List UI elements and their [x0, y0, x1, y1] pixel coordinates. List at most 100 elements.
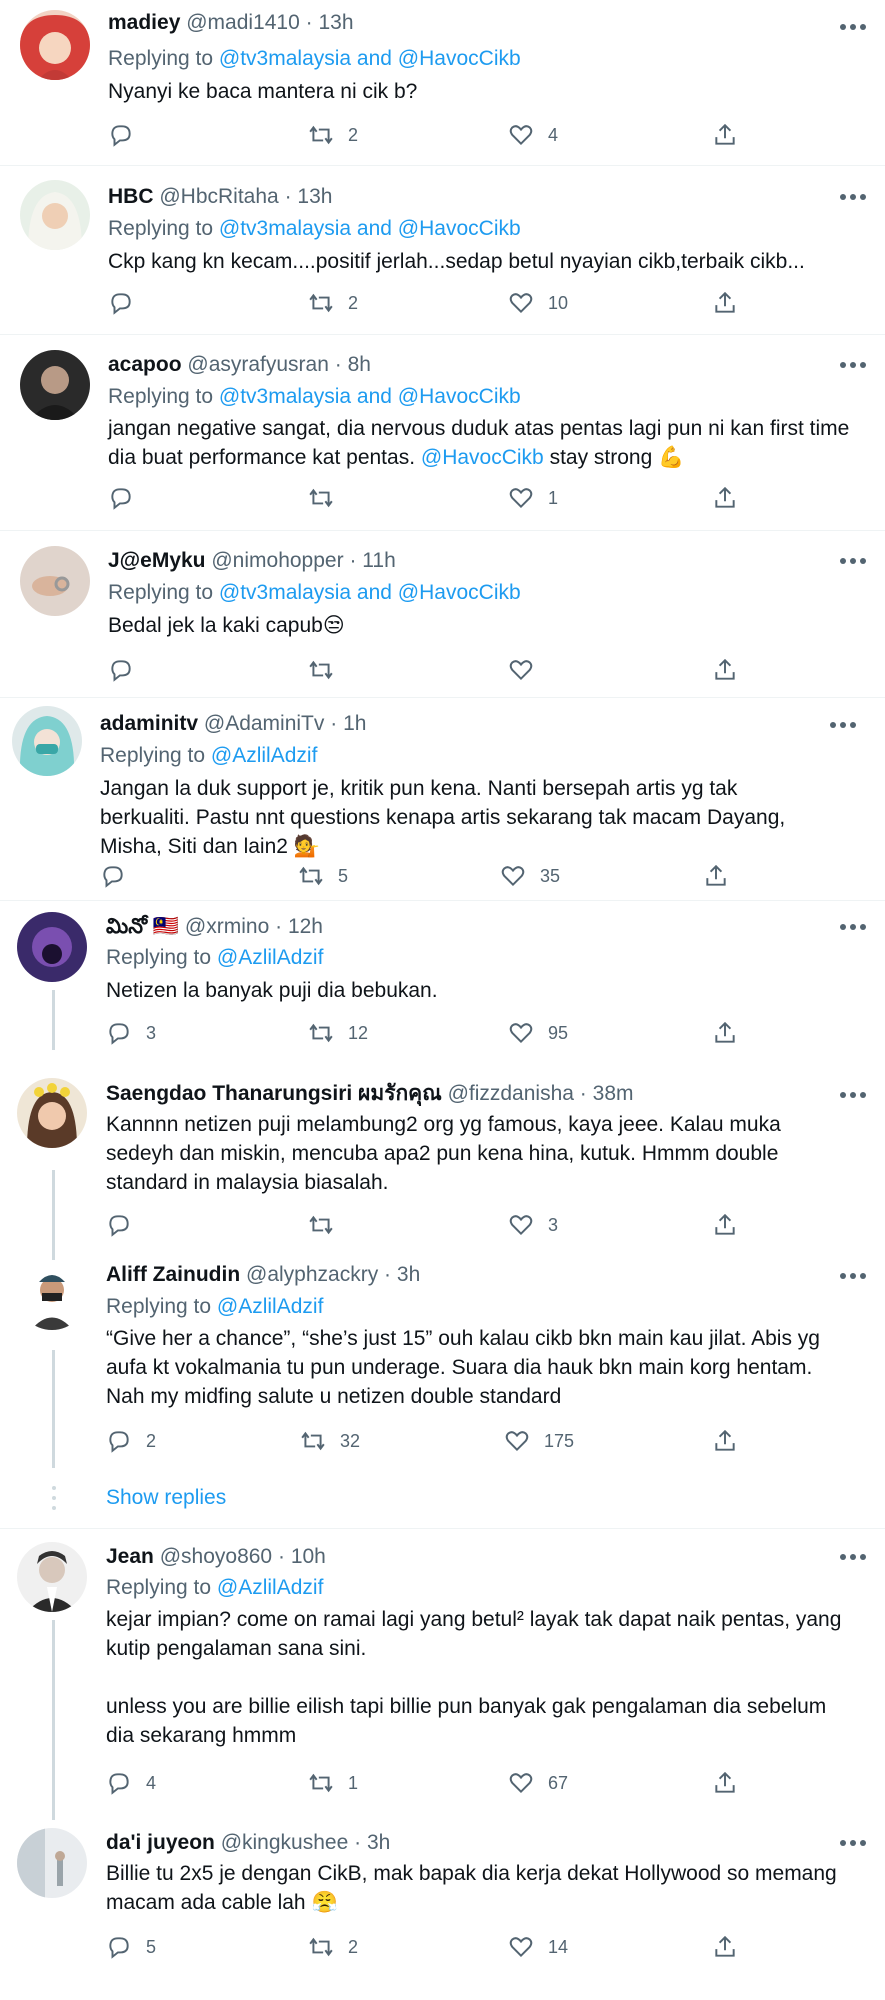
share-button[interactable]	[712, 1932, 738, 1962]
replying-to-link[interactable]: @AzlilAdzif	[217, 1295, 324, 1318]
reply-button[interactable]	[108, 120, 148, 150]
tweet[interactable]: Aliff Zainudin @alyphzackry · 3h Replyin…	[0, 1252, 885, 1482]
share-button[interactable]	[712, 1768, 738, 1798]
share-button[interactable]	[712, 1210, 738, 1240]
retweet-button[interactable]: 1	[308, 1768, 358, 1798]
like-button[interactable]: 35	[500, 861, 560, 891]
retweet-button[interactable]	[308, 483, 348, 513]
show-replies-link[interactable]: Show replies	[106, 1486, 226, 1510]
like-button[interactable]: 95	[508, 1018, 568, 1048]
like-button[interactable]: 10	[508, 288, 568, 318]
more-icon[interactable]	[838, 1836, 868, 1850]
like-button[interactable]: 1	[508, 483, 558, 513]
share-button[interactable]	[712, 120, 738, 150]
like-button[interactable]: 14	[508, 1932, 568, 1962]
share-button[interactable]	[712, 655, 738, 685]
display-name[interactable]: మినో	[106, 915, 147, 938]
avatar[interactable]	[17, 1542, 87, 1612]
share-button[interactable]	[712, 1426, 738, 1456]
retweet-button[interactable]	[308, 655, 348, 685]
retweet-button[interactable]	[308, 1210, 348, 1240]
replying-to-link[interactable]: @tv3malaysia and @HavocCikb	[219, 47, 521, 70]
user-handle[interactable]: @madi1410	[186, 11, 300, 34]
like-button[interactable]: 175	[504, 1426, 574, 1456]
more-icon[interactable]	[828, 718, 858, 732]
more-icon[interactable]	[838, 1088, 868, 1102]
avatar[interactable]	[17, 912, 87, 982]
timestamp[interactable]: 11h	[362, 549, 395, 572]
reply-button[interactable]	[106, 1210, 146, 1240]
user-handle[interactable]: @alyphzackry	[246, 1263, 378, 1286]
timestamp[interactable]: 3h	[367, 1831, 390, 1854]
retweet-button[interactable]: 2	[308, 1932, 358, 1962]
user-handle[interactable]: @nimohopper	[211, 549, 343, 572]
tweet[interactable]: HBC @HbcRitaha · 13h Replying to @tv3mal…	[0, 168, 885, 333]
reply-button[interactable]: 4	[106, 1768, 156, 1798]
avatar[interactable]	[17, 1078, 87, 1148]
retweet-button[interactable]: 12	[308, 1018, 368, 1048]
replying-to-link[interactable]: @AzlilAdzif	[211, 744, 318, 767]
like-button[interactable]: 67	[508, 1768, 568, 1798]
timestamp[interactable]: 3h	[397, 1263, 420, 1286]
display-name[interactable]: Aliff Zainudin	[106, 1263, 240, 1286]
share-button[interactable]	[712, 288, 738, 318]
avatar[interactable]	[17, 1828, 87, 1898]
avatar[interactable]	[20, 10, 90, 80]
display-name[interactable]: HBC	[108, 185, 154, 208]
reply-button[interactable]	[100, 861, 140, 891]
display-name[interactable]: Jean	[106, 1545, 154, 1568]
reply-button[interactable]: 3	[106, 1018, 156, 1048]
display-name[interactable]: da'i juyeon	[106, 1831, 215, 1854]
tweet[interactable]: madiey @madi1410 · 13h Replying to @tv3m…	[0, 0, 885, 147]
retweet-button[interactable]: 5	[298, 861, 348, 891]
user-handle[interactable]: @kingkushee	[221, 1831, 349, 1854]
timestamp[interactable]: 8h	[348, 353, 371, 376]
avatar[interactable]	[12, 706, 82, 776]
user-handle[interactable]: @shoyo860	[160, 1545, 272, 1568]
tweet[interactable]: adaminitv @AdaminiTv · 1h Replying to @A…	[0, 698, 885, 908]
like-button[interactable]: 4	[508, 120, 558, 150]
reply-button[interactable]: 5	[106, 1932, 156, 1962]
user-handle[interactable]: @AdaminiTv	[204, 712, 325, 735]
retweet-button[interactable]: 2	[308, 120, 358, 150]
replying-to-link[interactable]: @tv3malaysia and @HavocCikb	[219, 385, 521, 408]
tweet[interactable]: మినో 🇲🇾 @xrmino · 12h Replying to @Azlil…	[0, 902, 885, 1077]
tweet[interactable]: acapoo @asyrafyusran · 8h Replying to @t…	[0, 335, 885, 528]
timestamp[interactable]: 38m	[593, 1082, 634, 1105]
tweet[interactable]: da'i juyeon @kingkushee · 3h Billie tu 2…	[0, 1822, 885, 2000]
retweet-button[interactable]: 2	[308, 288, 358, 318]
reply-button[interactable]	[108, 655, 148, 685]
share-button[interactable]	[712, 1018, 738, 1048]
more-icon[interactable]	[838, 1269, 868, 1283]
replying-to-link[interactable]: @AzlilAdzif	[217, 946, 324, 969]
more-icon[interactable]	[838, 1550, 868, 1564]
replying-to-link[interactable]: @tv3malaysia and @HavocCikb	[219, 581, 521, 604]
share-button[interactable]	[712, 483, 738, 513]
avatar[interactable]	[20, 350, 90, 420]
replying-to-link[interactable]: @AzlilAdzif	[217, 1576, 324, 1599]
more-icon[interactable]	[838, 554, 868, 568]
avatar[interactable]	[20, 180, 90, 250]
more-icon[interactable]	[838, 190, 868, 204]
user-handle[interactable]: @asyrafyusran	[187, 353, 329, 376]
display-name[interactable]: adaminitv	[100, 712, 198, 735]
timestamp[interactable]: 10h	[291, 1545, 326, 1568]
replying-to-link[interactable]: @tv3malaysia and @HavocCikb	[219, 217, 521, 240]
user-handle[interactable]: @fizzdanisha	[448, 1082, 574, 1105]
reply-button[interactable]: 2	[106, 1426, 156, 1456]
share-button[interactable]	[703, 861, 729, 891]
reply-button[interactable]	[108, 483, 148, 513]
display-name[interactable]: madiey	[108, 11, 180, 34]
display-name[interactable]: Saengdao Thanarungsiri ผมรักคุณ	[106, 1082, 442, 1105]
retweet-button[interactable]: 32	[300, 1426, 360, 1456]
like-button[interactable]	[508, 655, 548, 685]
timestamp[interactable]: 1h	[343, 712, 366, 735]
avatar[interactable]	[20, 546, 90, 616]
user-handle[interactable]: @xrmino	[185, 915, 269, 938]
user-handle[interactable]: @HbcRitaha	[159, 185, 278, 208]
more-icon[interactable]	[838, 358, 868, 372]
mention-link[interactable]: @HavocCikb	[421, 446, 544, 469]
display-name[interactable]: acapoo	[108, 353, 182, 376]
tweet[interactable]: Saengdao Thanarungsiri ผมรักคุณ @fizzdan…	[0, 1070, 885, 1248]
display-name[interactable]: J@eMyku	[108, 549, 206, 572]
